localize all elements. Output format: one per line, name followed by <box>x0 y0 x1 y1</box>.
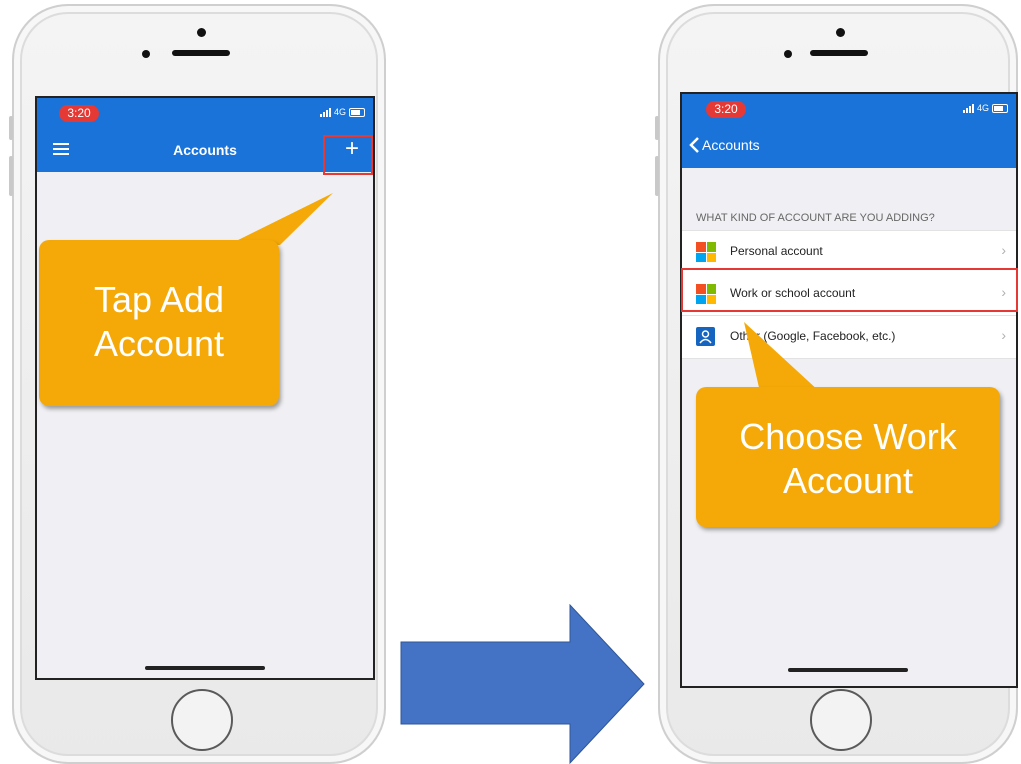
callout-line-2: Account <box>782 460 914 501</box>
callout-line-1: Choose Work <box>739 416 957 457</box>
choose-work-account-callout: Choose Work Account <box>696 387 1000 527</box>
callout-pointer <box>744 322 820 392</box>
